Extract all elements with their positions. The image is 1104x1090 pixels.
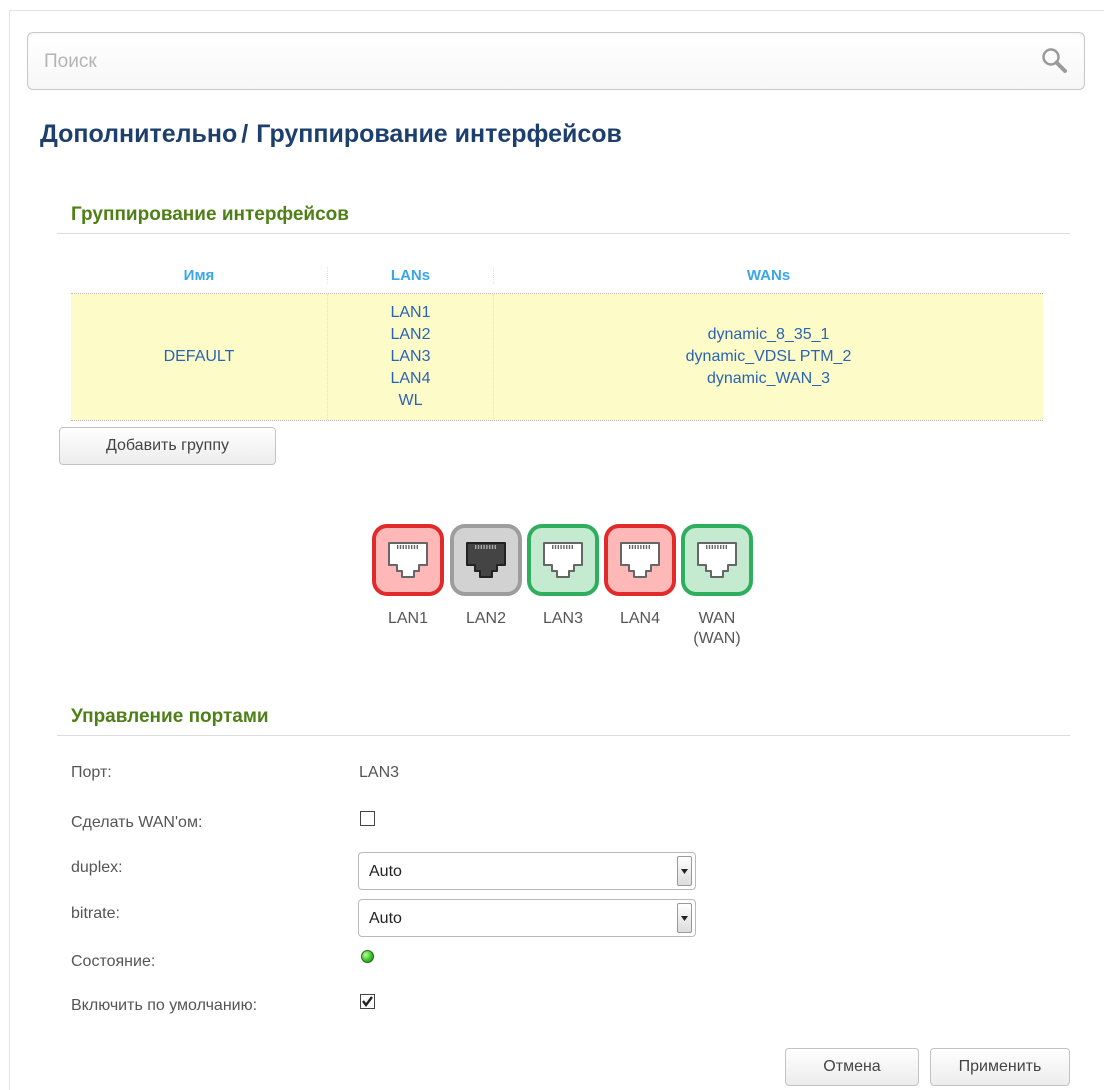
section-title-grouping: Группирование интерфейсов bbox=[71, 204, 349, 225]
port-wan[interactable]: WAN (WAN) bbox=[681, 524, 753, 649]
port-name: LAN1 bbox=[387, 610, 429, 627]
breadcrumb-current: Группирование интерфейсов bbox=[256, 120, 622, 148]
port-label: LAN1 bbox=[372, 609, 444, 629]
ethernet-port-icon bbox=[697, 542, 737, 578]
port-value: LAN3 bbox=[359, 764, 400, 781]
grouping-table: Имя LANs WANs DEFAULT LAN1 LAN2 LAN3 LAN… bbox=[71, 258, 1043, 421]
group-name-cell: DEFAULT bbox=[71, 294, 327, 420]
port-lan3[interactable]: LAN3 bbox=[527, 524, 599, 629]
duplex-select[interactable]: Auto bbox=[358, 852, 696, 890]
port-lan2[interactable]: LAN2 bbox=[450, 524, 522, 629]
breadcrumb-separator: / bbox=[241, 120, 249, 148]
column-header-lans: LANs bbox=[327, 267, 493, 284]
port-lan4[interactable]: LAN4 bbox=[604, 524, 676, 629]
group-wans-cell: dynamic_8_35_1 dynamic_VDSL PTM_2 dynami… bbox=[493, 294, 1043, 420]
status-indicator-icon bbox=[361, 950, 374, 963]
wan-item: dynamic_8_35_1 bbox=[707, 326, 830, 343]
port-sublabel: (WAN) bbox=[693, 630, 741, 647]
chevron-down-icon[interactable] bbox=[677, 903, 692, 933]
ethernet-port-icon bbox=[620, 542, 660, 578]
port-box bbox=[372, 524, 444, 596]
column-header-name: Имя bbox=[183, 267, 215, 284]
lan-item: LAN3 bbox=[390, 348, 431, 365]
port-label: LAN2 bbox=[450, 609, 522, 629]
make-wan-label: Сделать WAN'ом: bbox=[71, 814, 203, 831]
wan-item: dynamic_WAN_3 bbox=[706, 370, 830, 387]
port-label: LAN4 bbox=[604, 609, 676, 629]
port-label: Порт: bbox=[71, 764, 112, 781]
port-box bbox=[604, 524, 676, 596]
ethernet-port-icon bbox=[543, 542, 583, 578]
section-title-port-control: Управление портами bbox=[71, 706, 269, 727]
column-header-wans: WANs bbox=[493, 267, 1043, 284]
table-row[interactable]: DEFAULT LAN1 LAN2 LAN3 LAN4 WL dynamic_8… bbox=[71, 294, 1043, 421]
chevron-down-icon[interactable] bbox=[677, 856, 692, 886]
table-header: Имя LANs WANs bbox=[71, 258, 1043, 294]
wan-item: dynamic_VDSL PTM_2 bbox=[685, 348, 852, 365]
frame-border-left bbox=[9, 10, 10, 1090]
duplex-label: duplex: bbox=[71, 859, 123, 876]
apply-button[interactable]: Применить bbox=[930, 1048, 1070, 1086]
state-label: Состояние: bbox=[71, 953, 156, 970]
checkmark-icon bbox=[362, 996, 373, 1007]
lan-item: LAN1 bbox=[390, 304, 431, 321]
breadcrumb: Дополнительно / Группирование интерфейсов bbox=[40, 120, 622, 149]
ethernet-port-icon bbox=[388, 542, 428, 578]
duplex-value: Auto bbox=[369, 863, 402, 880]
bitrate-value: Auto bbox=[369, 910, 402, 927]
add-group-button[interactable]: Добавить группу bbox=[59, 427, 276, 465]
port-name: LAN2 bbox=[465, 610, 507, 627]
port-box bbox=[450, 524, 522, 596]
search-icon[interactable] bbox=[1040, 46, 1070, 76]
port-name: LAN3 bbox=[542, 610, 584, 627]
bitrate-label: bitrate: bbox=[71, 905, 120, 922]
frame-border-top bbox=[9, 10, 1104, 11]
breadcrumb-parent[interactable]: Дополнительно bbox=[40, 120, 237, 148]
group-name: DEFAULT bbox=[163, 348, 235, 365]
lan-item: LAN4 bbox=[390, 370, 431, 387]
cancel-button[interactable]: Отмена bbox=[785, 1048, 919, 1086]
port-label: WAN (WAN) bbox=[681, 609, 753, 649]
search-input[interactable] bbox=[42, 47, 1002, 77]
lan-item: WL bbox=[398, 392, 423, 409]
section-divider bbox=[57, 735, 1070, 736]
port-box bbox=[681, 524, 753, 596]
port-label: LAN3 bbox=[527, 609, 599, 629]
enable-default-label: Включить по умолчанию: bbox=[71, 997, 258, 1014]
section-divider bbox=[57, 233, 1070, 234]
lan-item: LAN2 bbox=[390, 326, 431, 343]
bitrate-select[interactable]: Auto bbox=[358, 899, 696, 937]
group-lans-cell: LAN1 LAN2 LAN3 LAN4 WL bbox=[327, 294, 493, 420]
ethernet-port-icon bbox=[466, 542, 506, 578]
port-name: LAN4 bbox=[619, 610, 661, 627]
port-name: WAN bbox=[698, 610, 736, 627]
enable-default-checkbox[interactable] bbox=[360, 994, 375, 1009]
make-wan-checkbox[interactable] bbox=[360, 811, 375, 826]
port-box bbox=[527, 524, 599, 596]
port-lan1[interactable]: LAN1 bbox=[372, 524, 444, 629]
search-box bbox=[27, 32, 1085, 90]
